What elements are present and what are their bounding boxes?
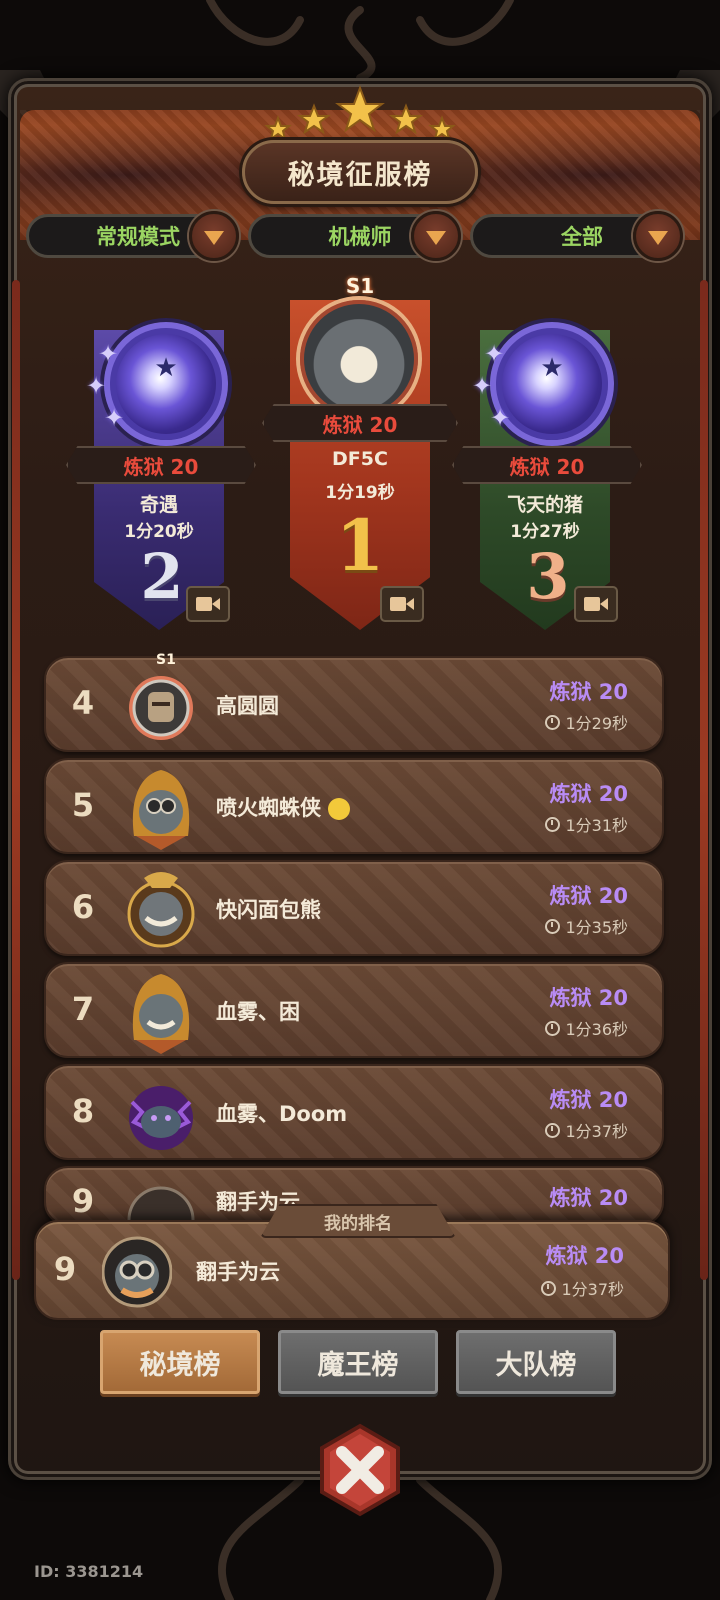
chevron-down-icon[interactable] <box>633 211 683 261</box>
clear-time-value: 1分31秒 <box>565 816 628 835</box>
avatar <box>129 676 193 740</box>
podium-first-level: 炼狱 20 <box>262 404 458 442</box>
podium-first-time: 1分19秒 <box>325 483 395 503</box>
avatar <box>102 1236 172 1308</box>
podium-third-level: 炼狱 20 <box>452 446 642 484</box>
list-item[interactable]: 7 血雾、困 炼狱 20 1分36秒 <box>44 962 664 1058</box>
difficulty-level: 炼狱 20 <box>549 1186 628 1210</box>
clear-time-value: 1分36秒 <box>565 1020 628 1039</box>
podium-second-time: 1分20秒 <box>124 522 194 542</box>
clock-icon <box>545 816 561 832</box>
mode-filter-dropdown[interactable]: 常规模式 <box>26 211 239 261</box>
my-clear-time-value: 1分37秒 <box>561 1280 624 1299</box>
podium-third-rank: 3 <box>526 540 570 613</box>
podium-third-name: 飞天的猪 <box>506 494 583 516</box>
tab-secret-realm[interactable]: 秘境榜 <box>100 1330 260 1394</box>
clear-time-value: 1分37秒 <box>565 1122 628 1141</box>
sparkle-icon: ✦ <box>86 372 107 400</box>
page-title: 秘境征服榜 <box>242 140 478 204</box>
clock-icon <box>545 1122 561 1138</box>
rank-number: 9 <box>71 1182 95 1220</box>
difficulty-level: 炼狱 20 <box>549 884 628 908</box>
clear-time: 1分35秒 <box>545 914 628 938</box>
season-badge: S1 <box>156 652 176 668</box>
player-name: 高圆圆 <box>216 694 279 718</box>
player-name: 血雾、Doom <box>216 1102 348 1126</box>
clear-time: 1分29秒 <box>545 710 628 734</box>
rank-number: 6 <box>71 888 95 926</box>
leaderboard-tabs: 秘境榜 魔王榜 大队榜 <box>100 1330 620 1394</box>
difficulty-level: 炼狱 20 <box>549 782 628 806</box>
clear-time-value: 1分29秒 <box>565 714 628 733</box>
tab-team[interactable]: 大队榜 <box>456 1330 616 1394</box>
chevron-down-icon[interactable] <box>189 211 239 261</box>
clear-time-value: 1分35秒 <box>565 918 628 937</box>
title-stars-icon <box>264 85 456 142</box>
sparkle-icon: ✦ <box>104 404 125 432</box>
list-item[interactable]: 6 快闪面包熊 炼狱 20 1分35秒 <box>44 860 664 956</box>
podium-second-rank: 2 <box>140 540 184 613</box>
podium-first-rank: 1 <box>335 504 385 587</box>
player-name: 快闪面包熊 <box>216 898 321 922</box>
avatar <box>127 872 195 948</box>
season-badge: S1 <box>345 274 375 298</box>
video-camera-icon <box>196 597 220 611</box>
avatar <box>132 770 190 850</box>
replay-video-button[interactable] <box>380 586 424 622</box>
podium-third-time: 1分27秒 <box>510 522 580 542</box>
clear-time: 1分31秒 <box>545 812 628 836</box>
list-item[interactable]: 4 S1 高圆圆 炼狱 20 1分29秒 <box>44 652 664 752</box>
replay-video-button[interactable] <box>574 586 618 622</box>
melting-face-emoji-icon <box>328 798 351 820</box>
video-camera-icon <box>584 597 608 611</box>
difficulty-level: 炼狱 20 <box>549 986 628 1010</box>
rank-number: 4 <box>71 684 95 722</box>
my-player-name: 翻手为云 <box>196 1260 280 1284</box>
sparkle-icon: ✦ <box>490 404 511 432</box>
sparkle-icon: ✦ <box>484 340 505 368</box>
podium-second-name: 奇遇 <box>139 494 178 516</box>
sparkle-icon: ✦ <box>98 340 119 368</box>
chevron-down-icon[interactable] <box>411 211 461 261</box>
player-name-text: 喷火蜘蛛侠 <box>216 796 321 820</box>
my-clear-time: 1分37秒 <box>541 1276 624 1300</box>
clock-icon <box>541 1280 557 1296</box>
clock-icon <box>545 918 561 934</box>
rank-number: 7 <box>71 990 95 1028</box>
clear-time: 1分37秒 <box>545 1118 628 1142</box>
rank-number: 8 <box>71 1092 95 1130</box>
clock-icon <box>545 714 561 730</box>
podium-first-name: DF5C <box>332 448 388 470</box>
avatar <box>129 1086 193 1150</box>
sparkle-icon: ✦ <box>472 372 493 400</box>
clear-time: 1分36秒 <box>545 1016 628 1040</box>
scope-filter-dropdown[interactable]: 全部 <box>470 211 683 261</box>
class-filter-dropdown[interactable]: 机械师 <box>248 211 461 261</box>
list-item[interactable]: 8 血雾、Doom 炼狱 20 1分37秒 <box>44 1064 664 1160</box>
player-name: 喷火蜘蛛侠 <box>216 792 351 822</box>
my-rank-label: 我的排名 <box>260 1204 456 1238</box>
difficulty-level: 炼狱 20 <box>549 680 628 704</box>
clock-icon <box>545 1020 561 1036</box>
panel-rail-left <box>12 280 20 1280</box>
my-rank-number: 9 <box>53 1250 77 1288</box>
podium-second-level: 炼狱 20 <box>66 446 256 484</box>
tab-demon-king[interactable]: 魔王榜 <box>278 1330 438 1394</box>
video-camera-icon <box>390 597 414 611</box>
player-name: 血雾、困 <box>216 1000 300 1024</box>
rank-number: 5 <box>71 786 95 824</box>
avatar <box>132 974 190 1054</box>
close-button[interactable] <box>310 1420 410 1520</box>
list-item[interactable]: 5 喷火蜘蛛侠 炼狱 20 1分31秒 <box>44 758 664 854</box>
my-difficulty-level: 炼狱 20 <box>545 1244 624 1268</box>
panel-rail-right <box>700 280 708 1280</box>
replay-video-button[interactable] <box>186 586 230 622</box>
avatar <box>300 300 418 418</box>
avatar <box>127 1186 195 1224</box>
difficulty-level: 炼狱 20 <box>549 1088 628 1112</box>
user-id: ID: 3381214 <box>34 1562 144 1581</box>
